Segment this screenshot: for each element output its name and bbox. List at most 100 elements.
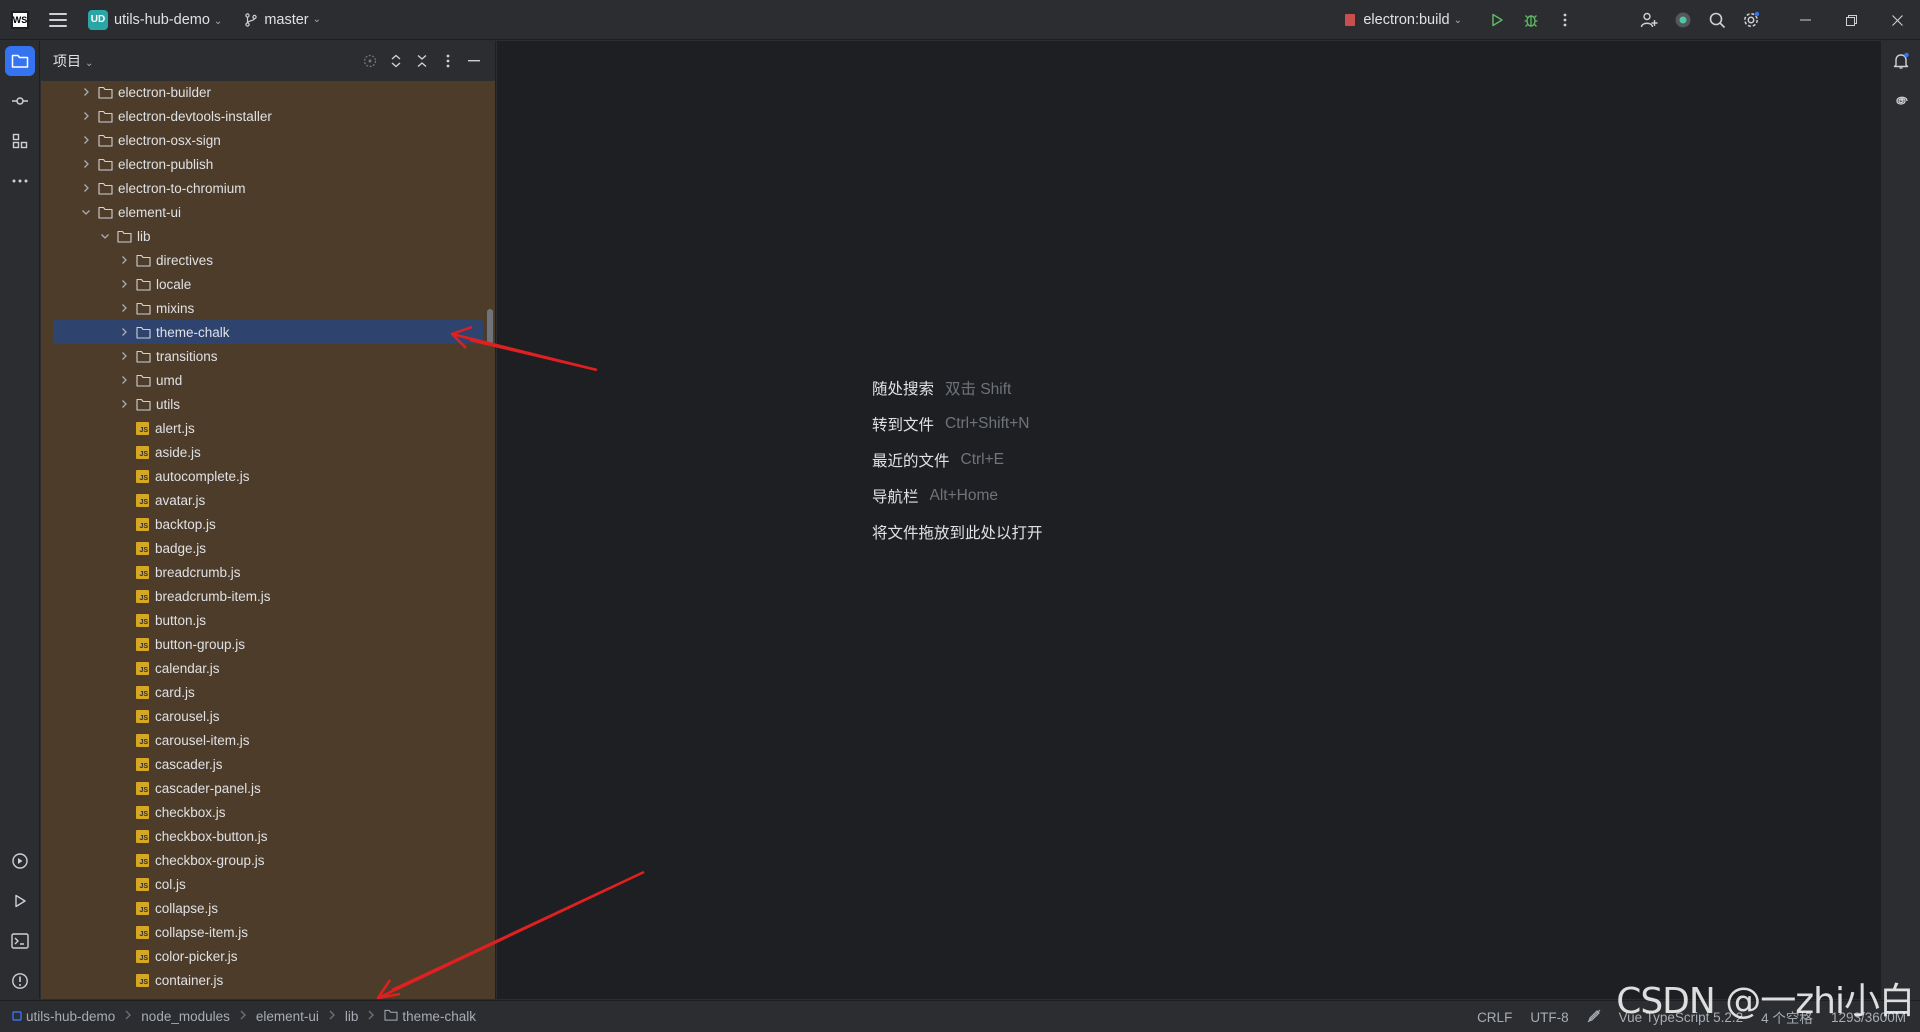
settings-button[interactable] [1734,3,1768,37]
more-tools-button[interactable] [5,166,35,196]
tree-file-item[interactable]: JS collapse.js [53,896,483,920]
breadcrumb-item[interactable]: element-ui [256,1009,319,1024]
tree-file-item[interactable]: JS aside.js [53,440,483,464]
search-everywhere-button[interactable] [1700,3,1734,37]
expand-all-button[interactable] [383,48,409,74]
tree-file-item[interactable]: JS carousel.js [53,704,483,728]
memory-indicator[interactable]: 1293/3600M [1831,1010,1906,1025]
chevron-right-icon[interactable] [117,277,131,291]
tree-file-item[interactable]: JS card.js [53,680,483,704]
collapse-all-button[interactable] [409,48,435,74]
more-actions-button[interactable] [1548,3,1582,37]
chevron-right-icon[interactable] [79,85,93,99]
project-switcher[interactable]: utils-hub-demo ⌄ [114,12,222,28]
tree-folder-item[interactable]: electron-builder [53,81,483,104]
structure-tool-button[interactable] [5,126,35,156]
webstorm-logo-icon[interactable]: WS [11,10,29,29]
hide-panel-button[interactable] [461,48,487,74]
tree-folder-item[interactable]: directives [53,248,483,272]
editor-area[interactable]: 随处搜索 双击 Shift 转到文件 Ctrl+Shift+N 最近的文件 Ctrl+E 导… [497,41,1880,999]
breadcrumb-item[interactable]: node_modules [141,1009,230,1024]
vcs-branch-switcher[interactable]: master ⌄ [244,12,321,28]
tree-file-item[interactable]: JS checkbox-group.js [53,848,483,872]
language-service-widget[interactable]: Vue TypeScript 5.2.2 [1619,1010,1744,1025]
project-view-selector[interactable]: 项目 ⌄ [53,51,93,71]
breadcrumb-item[interactable]: lib [345,1009,359,1024]
tree-folder-item[interactable]: electron-publish [53,152,483,176]
tree-file-item[interactable]: JS container.js [53,968,483,992]
tree-file-item[interactable]: JS calendar.js [53,656,483,680]
chevron-right-icon[interactable] [79,181,93,195]
tree-folder-item[interactable]: umd [53,368,483,392]
add-user-button[interactable] [1632,3,1666,37]
tree-file-item[interactable]: JS alert.js [53,416,483,440]
notifications-button[interactable] [1886,46,1916,76]
tree-file-item[interactable]: JS avatar.js [53,488,483,512]
restore-button[interactable] [1828,0,1874,40]
chevron-right-icon[interactable] [79,109,93,123]
tree-folder-item[interactable]: lib [53,224,483,248]
run-button[interactable] [1480,3,1514,37]
tree-folder-item[interactable]: transitions [53,344,483,368]
breadcrumb-item[interactable]: utils-hub-demo [12,1009,115,1024]
chevron-right-icon[interactable] [117,325,131,339]
chevron-right-icon[interactable] [117,349,131,363]
chevron-right-icon[interactable] [117,301,131,315]
more-vertical-icon [446,54,450,68]
problems-tool-button[interactable] [5,966,35,996]
tree-file-item[interactable]: JS breadcrumb-item.js [53,584,483,608]
encoding-widget[interactable]: UTF-8 [1530,1010,1568,1025]
run-configuration-selector[interactable]: electron:build ⌄ [1345,12,1462,28]
tree-folder-item[interactable]: element-ui [53,200,483,224]
line-separator-widget[interactable]: CRLF [1477,1010,1512,1025]
tree-file-item[interactable]: JS button.js [53,608,483,632]
close-button[interactable] [1874,0,1920,40]
chevron-right-icon[interactable] [117,253,131,267]
tree-file-item[interactable]: JS backtop.js [53,512,483,536]
ai-chat-button[interactable] [1886,86,1916,116]
tree-folder-item[interactable]: utils [53,392,483,416]
tree-folder-item[interactable]: theme-chalk [53,320,483,344]
main-menu-icon[interactable] [49,12,67,27]
tree-file-item[interactable]: JS color-picker.js [53,944,483,968]
tree-folder-item[interactable]: electron-devtools-installer [53,104,483,128]
locate-file-button[interactable] [357,48,383,74]
tree-file-item[interactable]: JS cascader.js [53,752,483,776]
indent-widget[interactable]: 4 个空格 [1761,1007,1813,1027]
tree-folder-item[interactable]: mixins [53,296,483,320]
tree-file-item[interactable]: JS cascader-panel.js [53,776,483,800]
tree-file-item[interactable]: JS breadcrumb.js [53,560,483,584]
chevron-down-icon[interactable] [79,205,93,219]
chevron-right-icon[interactable] [79,157,93,171]
chevron-right-icon[interactable] [117,373,131,387]
right-tool-window-strip [1880,41,1920,999]
ai-assistant-button[interactable] [1666,3,1700,37]
tree-folder-item[interactable]: locale [53,272,483,296]
tree-file-item[interactable]: JS checkbox.js [53,800,483,824]
tree-folder-item[interactable]: electron-osx-sign [53,128,483,152]
breadcrumb-item[interactable]: theme-chalk [384,1009,476,1024]
tree-file-item[interactable]: JS carousel-item.js [53,728,483,752]
tree-scrollbar[interactable] [487,309,493,345]
panel-options-button[interactable] [435,48,461,74]
tree-file-item[interactable]: JS col.js [53,872,483,896]
read-only-toggle[interactable] [1587,1009,1601,1026]
services-tool-button[interactable] [5,846,35,876]
chevron-down-icon[interactable] [98,229,112,243]
minimize-button[interactable] [1782,0,1828,40]
tree-file-item[interactable]: JS collapse-item.js [53,920,483,944]
commit-tool-button[interactable] [5,86,35,116]
tree-file-item[interactable]: JS button-group.js [53,632,483,656]
hint-shortcut: 双击 Shift [945,381,1012,398]
project-file-tree[interactable]: electron-builder electron-devtools-instal… [41,81,495,999]
run-tool-button[interactable] [5,886,35,916]
terminal-tool-button[interactable] [5,926,35,956]
chevron-right-icon[interactable] [117,397,131,411]
tree-folder-item[interactable]: electron-to-chromium [53,176,483,200]
tree-file-item[interactable]: JS checkbox-button.js [53,824,483,848]
chevron-right-icon[interactable] [79,133,93,147]
debug-button[interactable] [1514,3,1548,37]
tree-file-item[interactable]: JS badge.js [53,536,483,560]
project-tool-button[interactable] [5,46,35,76]
tree-file-item[interactable]: JS autocomplete.js [53,464,483,488]
